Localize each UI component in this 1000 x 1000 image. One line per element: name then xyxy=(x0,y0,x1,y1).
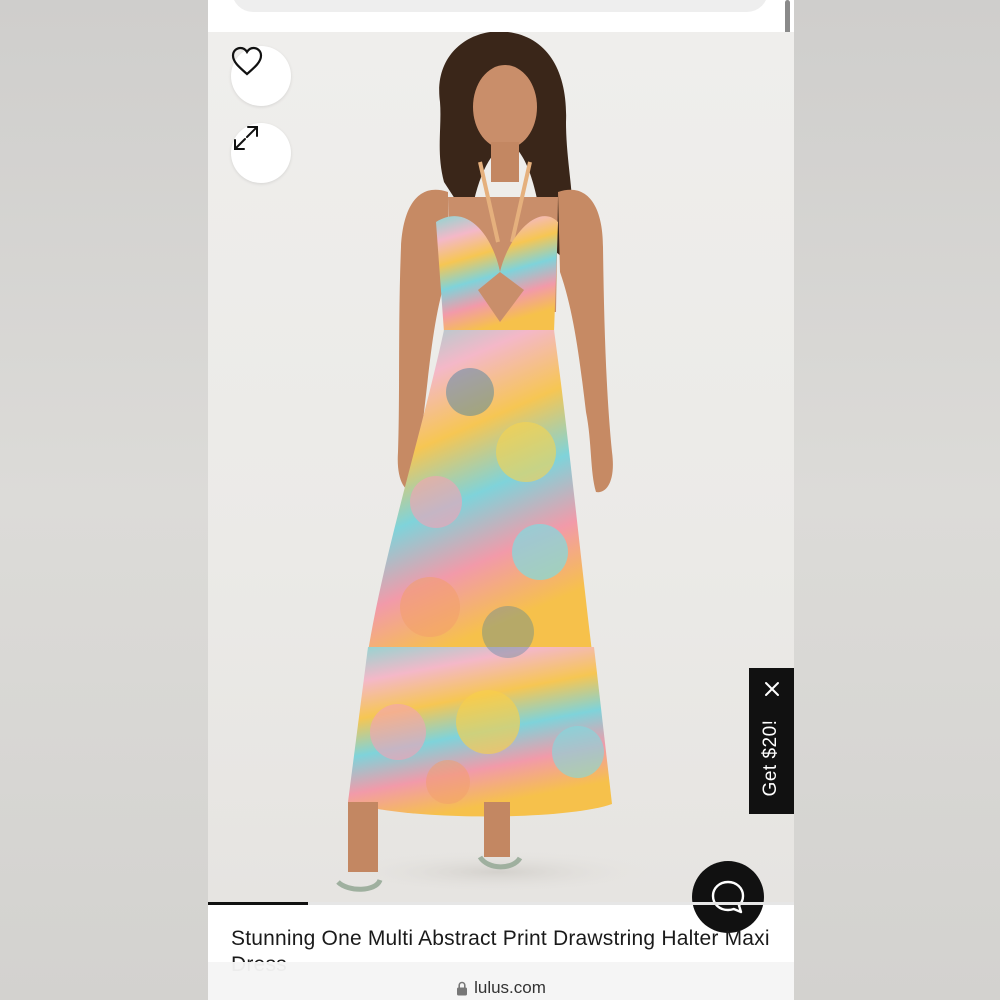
close-icon[interactable] xyxy=(763,680,781,698)
expand-arrows-icon xyxy=(234,126,258,150)
image-carousel-progress-fill xyxy=(208,902,308,905)
expand-image-button[interactable] xyxy=(231,123,291,183)
heart-outline-icon xyxy=(231,46,263,76)
browser-url-bar[interactable]: lulus.com xyxy=(208,962,794,1000)
chat-bubble-icon xyxy=(711,880,745,914)
product-photo-illustration xyxy=(336,32,658,894)
phone-screen: Get $20! Stunning One Multi Abstract Pri… xyxy=(208,0,794,1000)
lock-icon xyxy=(457,981,468,995)
chat-button[interactable] xyxy=(692,861,764,933)
favorite-button[interactable] xyxy=(231,46,291,106)
product-image[interactable] xyxy=(208,32,794,902)
image-carousel-progress xyxy=(208,902,794,905)
background-right xyxy=(794,0,1000,1000)
promo-label: Get $20! xyxy=(760,719,781,797)
url-text: lulus.com xyxy=(474,978,546,997)
promo-tab[interactable]: Get $20! xyxy=(749,668,794,814)
background-left xyxy=(0,0,208,1000)
search-bar[interactable] xyxy=(232,0,768,12)
